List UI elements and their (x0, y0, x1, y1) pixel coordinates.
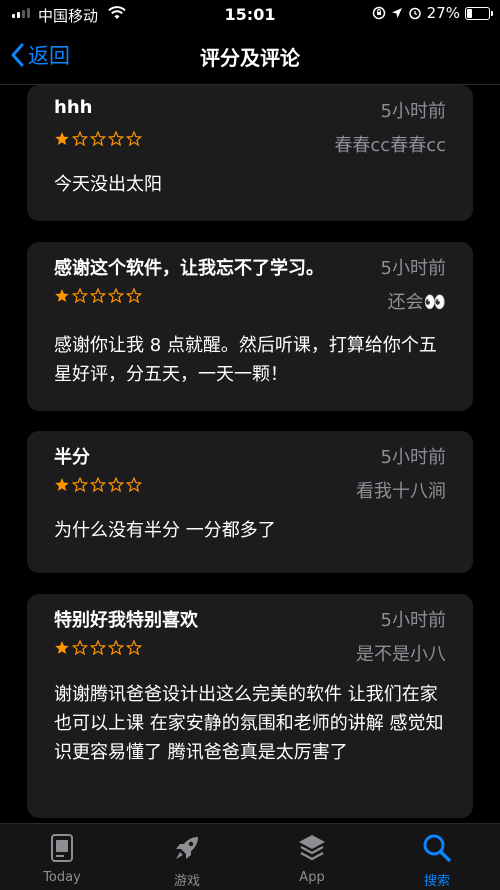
status-bar: 中国移动 15:01 27% (0, 0, 500, 30)
review-author: 看我十八涧 (356, 481, 446, 502)
review-title: 感谢这个软件，让我忘不了学习。 (54, 258, 324, 279)
review-body: 为什么没有半分 一分都多了 (54, 520, 276, 541)
rocket-icon (176, 837, 198, 859)
star-rating (54, 640, 142, 656)
battery-icon (465, 6, 493, 20)
review-title: hhh (54, 97, 93, 118)
star-rating (54, 477, 142, 493)
review-time: 5小时前 (380, 101, 446, 122)
review-body: 今天没出太阳 (54, 174, 162, 195)
star-empty-icon (108, 131, 124, 147)
tab-bar: Today 游戏 App 搜索 (0, 823, 500, 890)
tab-label: App (299, 870, 325, 885)
tab-search[interactable]: 搜索 (387, 824, 487, 890)
star-empty-icon (108, 640, 124, 656)
battery-percent: 27% (426, 4, 460, 22)
star-empty-icon (90, 640, 106, 656)
tab-today[interactable]: Today (12, 824, 112, 890)
star-empty-icon (126, 640, 142, 656)
tab-label: 游戏 (173, 874, 200, 889)
review-time: 5小时前 (380, 447, 446, 468)
star-empty-icon (108, 477, 124, 493)
review-card[interactable]: 半分 5小时前 看我十八涧 为什么没有半分 一分都多了 (27, 431, 473, 573)
search-icon (423, 834, 451, 862)
review-title: 半分 (54, 447, 90, 468)
rotation-lock-icon (372, 6, 385, 20)
review-author: 春春cc春春cc (334, 135, 446, 156)
star-filled-icon (55, 641, 69, 654)
tab-apps[interactable]: App (262, 824, 362, 890)
star-empty-icon (72, 131, 88, 147)
star-empty-icon (126, 477, 142, 493)
star-empty-icon (72, 477, 88, 493)
star-filled-icon (55, 132, 69, 145)
tab-games[interactable]: 游戏 (137, 824, 237, 890)
alarm-icon (408, 7, 421, 20)
navigation-bar: 返回 评分及评论 (0, 30, 500, 85)
star-empty-icon (108, 288, 124, 304)
review-time: 5小时前 (380, 610, 446, 631)
star-rating (54, 288, 142, 304)
star-empty-icon (72, 640, 88, 656)
star-rating (54, 131, 142, 147)
review-card[interactable]: hhh 5小时前 春春cc春春cc 今天没出太阳 (27, 85, 473, 221)
star-empty-icon (126, 288, 142, 304)
reviews-list[interactable]: hhh 5小时前 春春cc春春cc 今天没出太阳 感谢这个软件，让我忘不了学习。… (0, 85, 500, 823)
review-body: 感谢你让我 8 点就醒。然后听课，打算给你个五星好评，分五天，一天一颗！ (54, 335, 437, 385)
star-filled-icon (55, 289, 69, 302)
star-empty-icon (90, 288, 106, 304)
review-author: 是不是小八 (356, 644, 446, 665)
page-title: 评分及评论 (200, 46, 300, 70)
review-time: 5小时前 (380, 258, 446, 279)
today-icon (51, 834, 73, 862)
app-stack-icon (299, 835, 325, 861)
review-author: 还会👀 (387, 292, 446, 313)
star-filled-icon (55, 478, 69, 491)
review-body: 谢谢腾讯爸爸设计出这么完美的软件 让我们在家也可以上课 在家安静的氛围和老师的讲… (54, 684, 444, 763)
star-empty-icon (90, 477, 106, 493)
star-empty-icon (90, 131, 106, 147)
star-empty-icon (126, 131, 142, 147)
status-right: 27% (372, 4, 493, 22)
review-card[interactable]: 感谢这个软件，让我忘不了学习。 5小时前 还会👀 感谢你让我 8 点就醒。然后听… (27, 242, 473, 411)
location-arrow-icon (391, 8, 402, 18)
review-title: 特别好我特别喜欢 (54, 610, 198, 631)
tab-label: Today (43, 870, 81, 885)
star-empty-icon (72, 288, 88, 304)
tab-label: 搜索 (423, 874, 450, 889)
review-card[interactable]: 特别好我特别喜欢 5小时前 是不是小八 谢谢腾讯爸爸设计出这么完美的软件 让我们… (27, 594, 473, 818)
